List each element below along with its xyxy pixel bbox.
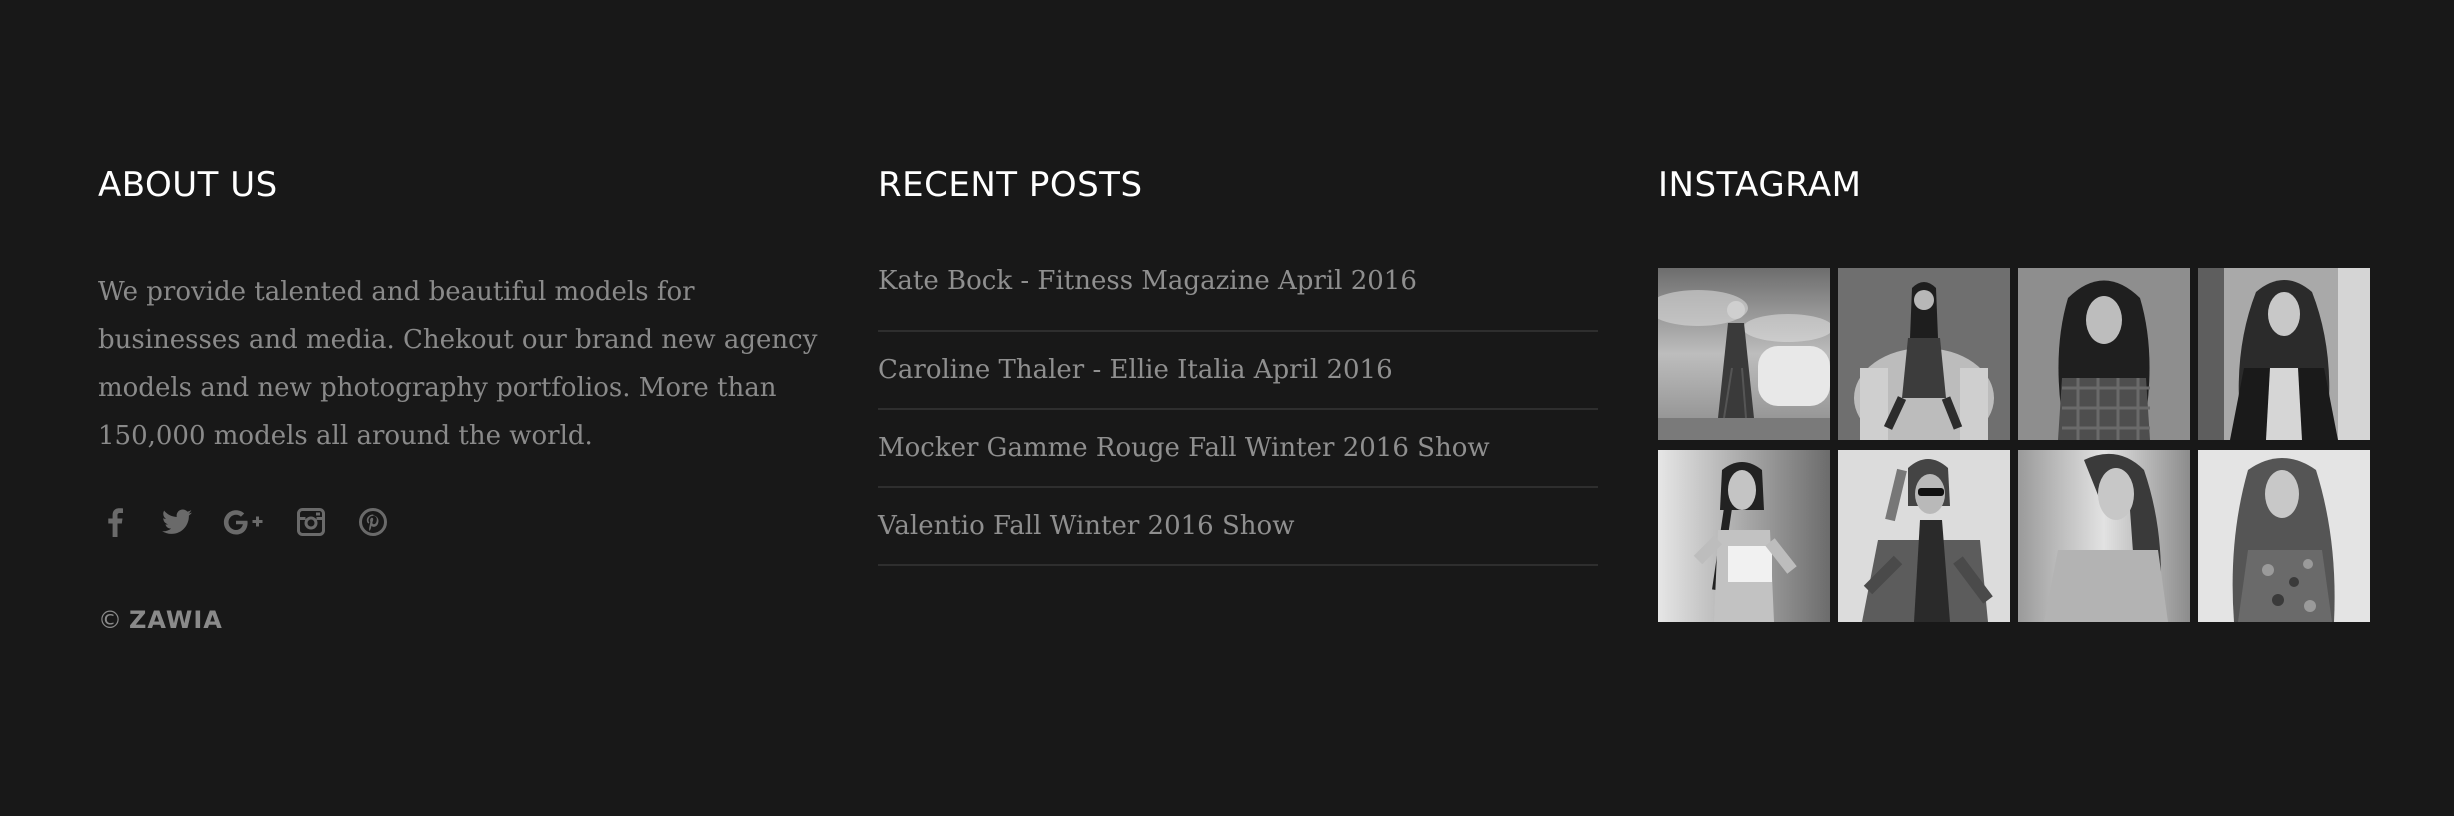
twitter-link[interactable] <box>160 505 194 539</box>
photo-thumbnail-3[interactable] <box>2018 268 2190 440</box>
instagram-link[interactable] <box>294 505 328 539</box>
copyright: © ZAWIA <box>98 602 818 638</box>
pinterest-icon <box>359 508 387 536</box>
photo-thumbnail-6[interactable] <box>1838 450 2010 622</box>
post-link[interactable]: Kate Bock - Fitness Magazine April 2016 <box>878 266 1417 296</box>
recent-posts-section: RECENT POSTS Kate Bock - Fitness Magazin… <box>878 160 1598 566</box>
photo-thumbnail-5[interactable] <box>1658 450 1830 622</box>
list-item: Mocker Gamme Rouge Fall Winter 2016 Show <box>878 410 1598 488</box>
post-link[interactable]: Mocker Gamme Rouge Fall Winter 2016 Show <box>878 433 1490 463</box>
post-link[interactable]: Caroline Thaler - Ellie Italia April 201… <box>878 355 1393 385</box>
site-footer: ABOUT US We provide talented and beautif… <box>0 0 2454 816</box>
photo-thumbnail-2[interactable] <box>1838 268 2010 440</box>
instagram-section: INSTAGRAM <box>1658 160 2378 622</box>
about-section: ABOUT US We provide talented and beautif… <box>98 160 818 638</box>
google-plus-link[interactable] <box>222 505 266 539</box>
photo-image <box>2198 450 2370 622</box>
instagram-grid <box>1658 268 2378 622</box>
instagram-icon <box>297 508 325 536</box>
photo-image <box>1658 450 1830 622</box>
post-link[interactable]: Valentio Fall Winter 2016 Show <box>878 511 1294 541</box>
photo-image <box>1658 268 1830 440</box>
social-links <box>98 502 818 542</box>
about-text: We provide talented and beautiful models… <box>98 277 818 451</box>
photo-thumbnail-4[interactable] <box>2198 268 2370 440</box>
pinterest-link[interactable] <box>356 505 390 539</box>
instagram-heading: INSTAGRAM <box>1658 165 1862 205</box>
photo-thumbnail-7[interactable] <box>2018 450 2190 622</box>
list-item: Caroline Thaler - Ellie Italia April 201… <box>878 332 1598 410</box>
photo-image <box>1838 450 2010 622</box>
recent-posts-heading: RECENT POSTS <box>878 165 1143 205</box>
list-item: Valentio Fall Winter 2016 Show <box>878 488 1598 566</box>
facebook-link[interactable] <box>98 505 132 539</box>
facebook-icon <box>108 508 123 537</box>
photo-thumbnail-1[interactable] <box>1658 268 1830 440</box>
copyright-symbol: © <box>98 606 123 634</box>
photo-image <box>2198 268 2370 440</box>
photo-image <box>2018 268 2190 440</box>
about-heading: ABOUT US <box>98 165 278 205</box>
twitter-icon <box>162 509 192 534</box>
photo-image <box>1838 268 2010 440</box>
photo-thumbnail-8[interactable] <box>2198 450 2370 622</box>
photo-image <box>2018 450 2190 622</box>
recent-posts-list: Kate Bock - Fitness Magazine April 2016 … <box>878 258 1598 566</box>
brand-name: ZAWIA <box>129 606 223 634</box>
list-item: Kate Bock - Fitness Magazine April 2016 <box>878 258 1598 332</box>
google-plus-icon <box>223 510 263 535</box>
